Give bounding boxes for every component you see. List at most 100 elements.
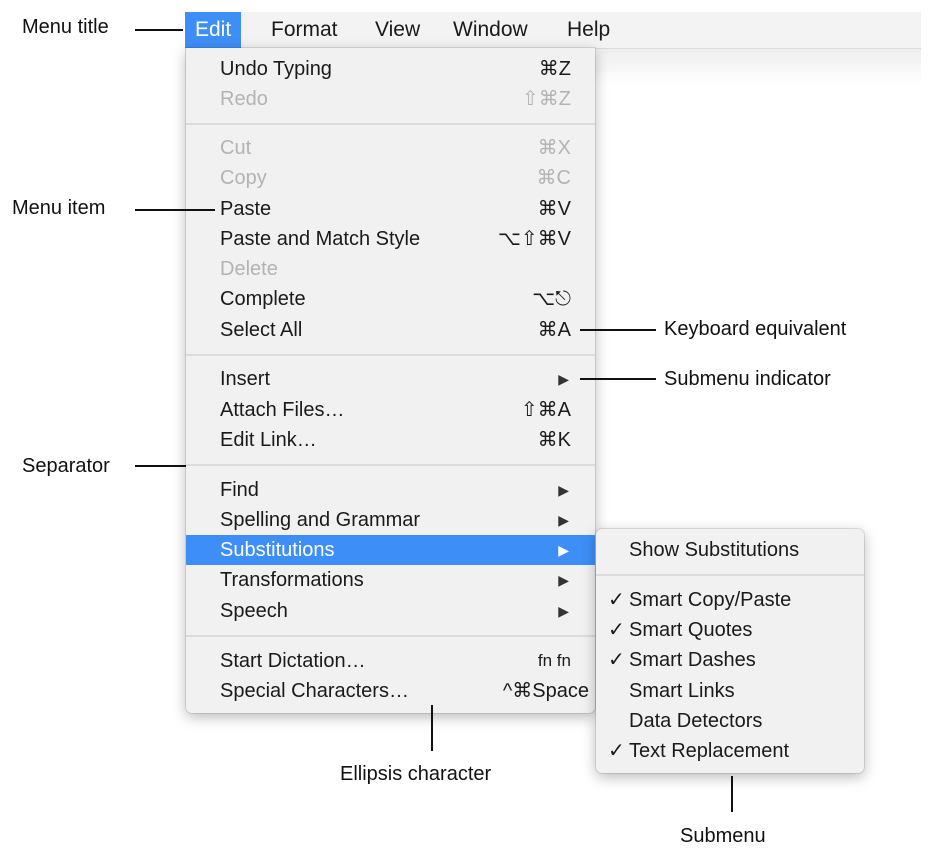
menu-item-label: Paste: [220, 198, 272, 220]
keyboard-shortcut: ⇧⌘A: [520, 399, 571, 421]
menu-item-label: Transformations: [220, 569, 364, 591]
menu-item-label: Substitutions: [220, 539, 335, 561]
menu-separator: [186, 635, 595, 637]
callout-line: [135, 209, 215, 211]
checkmark-icon: ✓: [608, 589, 625, 611]
menu-item-find[interactable]: Find ▶: [186, 475, 595, 505]
submenu-item-show-substitutions[interactable]: Show Substitutions: [596, 535, 864, 565]
submenu-item-text-replacement[interactable]: ✓ Text Replacement: [596, 736, 864, 766]
submenu-item-smart-links[interactable]: Smart Links: [596, 676, 864, 706]
menu-item-paste[interactable]: Paste ⌘V: [186, 194, 595, 224]
menu-item-label: Undo Typing: [220, 58, 332, 80]
submenu-arrow-icon: ▶: [558, 371, 569, 387]
menu-item-substitutions[interactable]: Substitutions ▶: [186, 535, 595, 565]
menu-item-cut: Cut ⌘X: [186, 133, 595, 163]
keyboard-shortcut: ⇧⌘Z: [522, 88, 571, 110]
menu-item-label: Special Characters…: [220, 680, 409, 702]
checkmark-icon: ✓: [608, 740, 625, 762]
keyboard-shortcut: ⌥⎋: [532, 288, 571, 310]
menu-title-help[interactable]: Help: [557, 12, 620, 48]
keyboard-shortcut: ⌘V: [537, 198, 571, 220]
keyboard-shortcut: ⌘A: [537, 319, 571, 341]
menu-item-label: Copy: [220, 167, 267, 189]
callout-menu-item: Menu item: [12, 197, 106, 219]
submenu-item-label: Text Replacement: [629, 740, 790, 762]
keyboard-shortcut: ⌘X: [537, 137, 571, 159]
menu-item-label: Speech: [220, 600, 288, 622]
menu-title-window[interactable]: Window: [443, 12, 538, 48]
submenu-item-label: Smart Dashes: [629, 649, 756, 671]
checkmark-icon: ✓: [608, 619, 625, 641]
menu-item-label: Select All: [220, 319, 303, 341]
callout-submenu-indicator: Submenu indicator: [664, 368, 831, 390]
callout-line: [135, 29, 183, 31]
menu-item-select-all[interactable]: Select All ⌘A: [186, 315, 595, 345]
menu-item-complete[interactable]: Complete ⌥⎋: [186, 284, 595, 314]
menu-item-speech[interactable]: Speech ▶: [186, 596, 595, 626]
menu-item-label: Spelling and Grammar: [220, 509, 421, 531]
submenu-arrow-icon: ▶: [558, 512, 569, 528]
callout-keyboard-equivalent: Keyboard equivalent: [664, 318, 847, 340]
submenu-item-smart-dashes[interactable]: ✓ Smart Dashes: [596, 645, 864, 675]
callout-ellipsis-character: Ellipsis character: [340, 763, 492, 785]
menu-separator: [186, 464, 595, 466]
menu-title-view[interactable]: View: [365, 12, 430, 48]
checkmark-icon: ✓: [608, 649, 625, 671]
submenu-arrow-icon: ▶: [558, 542, 569, 558]
menu-item-special-characters[interactable]: Special Characters… ^⌘Space: [186, 676, 595, 706]
menu-item-undo-typing[interactable]: Undo Typing ⌘Z: [186, 54, 595, 84]
menu-item-spelling-and-grammar[interactable]: Spelling and Grammar ▶: [186, 505, 595, 535]
menu-item-label: Delete: [220, 258, 278, 280]
keyboard-shortcut: ⌘C: [536, 167, 571, 189]
callout-line: [731, 776, 733, 812]
edit-menu: Undo Typing ⌘Z Redo ⇧⌘Z Cut ⌘X Copy ⌘C P…: [186, 48, 595, 713]
menu-item-label: Paste and Match Style: [220, 228, 421, 250]
keyboard-shortcut: ⌥⇧⌘V: [497, 228, 571, 250]
menu-item-start-dictation[interactable]: Start Dictation… fn fn: [186, 646, 595, 676]
menu-item-label: Cut: [220, 137, 252, 159]
keyboard-shortcut: ⌘K: [537, 429, 571, 451]
submenu-item-data-detectors[interactable]: Data Detectors: [596, 706, 864, 736]
menu-item-transformations[interactable]: Transformations ▶: [186, 565, 595, 595]
submenu-item-label: Smart Links: [629, 680, 735, 702]
menu-item-label: Complete: [220, 288, 306, 310]
menu-item-label: Redo: [220, 88, 268, 110]
menu-item-delete: Delete: [186, 254, 595, 284]
menu-item-label: Insert: [220, 368, 271, 390]
menu-item-label: Attach Files…: [220, 399, 345, 421]
keyboard-shortcut: ^⌘Space: [502, 680, 589, 702]
menu-separator: [186, 354, 595, 356]
menu-item-label: Find: [220, 479, 259, 501]
callout-line: [580, 329, 656, 331]
keyboard-shortcut: fn fn: [537, 651, 571, 670]
submenu-item-label: Smart Copy/Paste: [629, 589, 792, 611]
menu-item-copy: Copy ⌘C: [186, 163, 595, 193]
submenu-item-label: Smart Quotes: [629, 619, 753, 641]
submenu-item-label: Show Substitutions: [629, 539, 800, 561]
callout-line: [580, 378, 656, 380]
submenu-item-smart-copy-paste[interactable]: ✓ Smart Copy/Paste: [596, 585, 864, 615]
menu-separator: [596, 574, 864, 576]
menu-item-insert[interactable]: Insert ▶: [186, 364, 595, 394]
menu-item-label: Edit Link…: [220, 429, 317, 451]
substitutions-submenu: Show Substitutions ✓ Smart Copy/Paste ✓ …: [596, 529, 864, 773]
menu-item-redo: Redo ⇧⌘Z: [186, 84, 595, 114]
keyboard-shortcut: ⌘Z: [538, 58, 571, 80]
submenu-arrow-icon: ▶: [558, 572, 569, 588]
submenu-item-label: Data Detectors: [629, 710, 763, 732]
callout-submenu: Submenu: [680, 825, 766, 847]
menu-item-label: Start Dictation…: [220, 650, 366, 672]
submenu-arrow-icon: ▶: [558, 482, 569, 498]
menu-item-attach-files[interactable]: Attach Files… ⇧⌘A: [186, 395, 595, 425]
menu-title-edit[interactable]: Edit: [185, 12, 242, 48]
callout-menu-title: Menu title: [22, 16, 109, 38]
menu-separator: [186, 123, 595, 125]
menu-item-edit-link[interactable]: Edit Link… ⌘K: [186, 425, 595, 455]
menu-title-format[interactable]: Format: [261, 12, 348, 48]
submenu-arrow-icon: ▶: [558, 603, 569, 619]
callout-line: [431, 705, 433, 751]
callout-line: [135, 465, 186, 467]
callout-separator: Separator: [22, 455, 110, 477]
menu-item-paste-and-match-style[interactable]: Paste and Match Style ⌥⇧⌘V: [186, 224, 595, 254]
submenu-item-smart-quotes[interactable]: ✓ Smart Quotes: [596, 615, 864, 645]
